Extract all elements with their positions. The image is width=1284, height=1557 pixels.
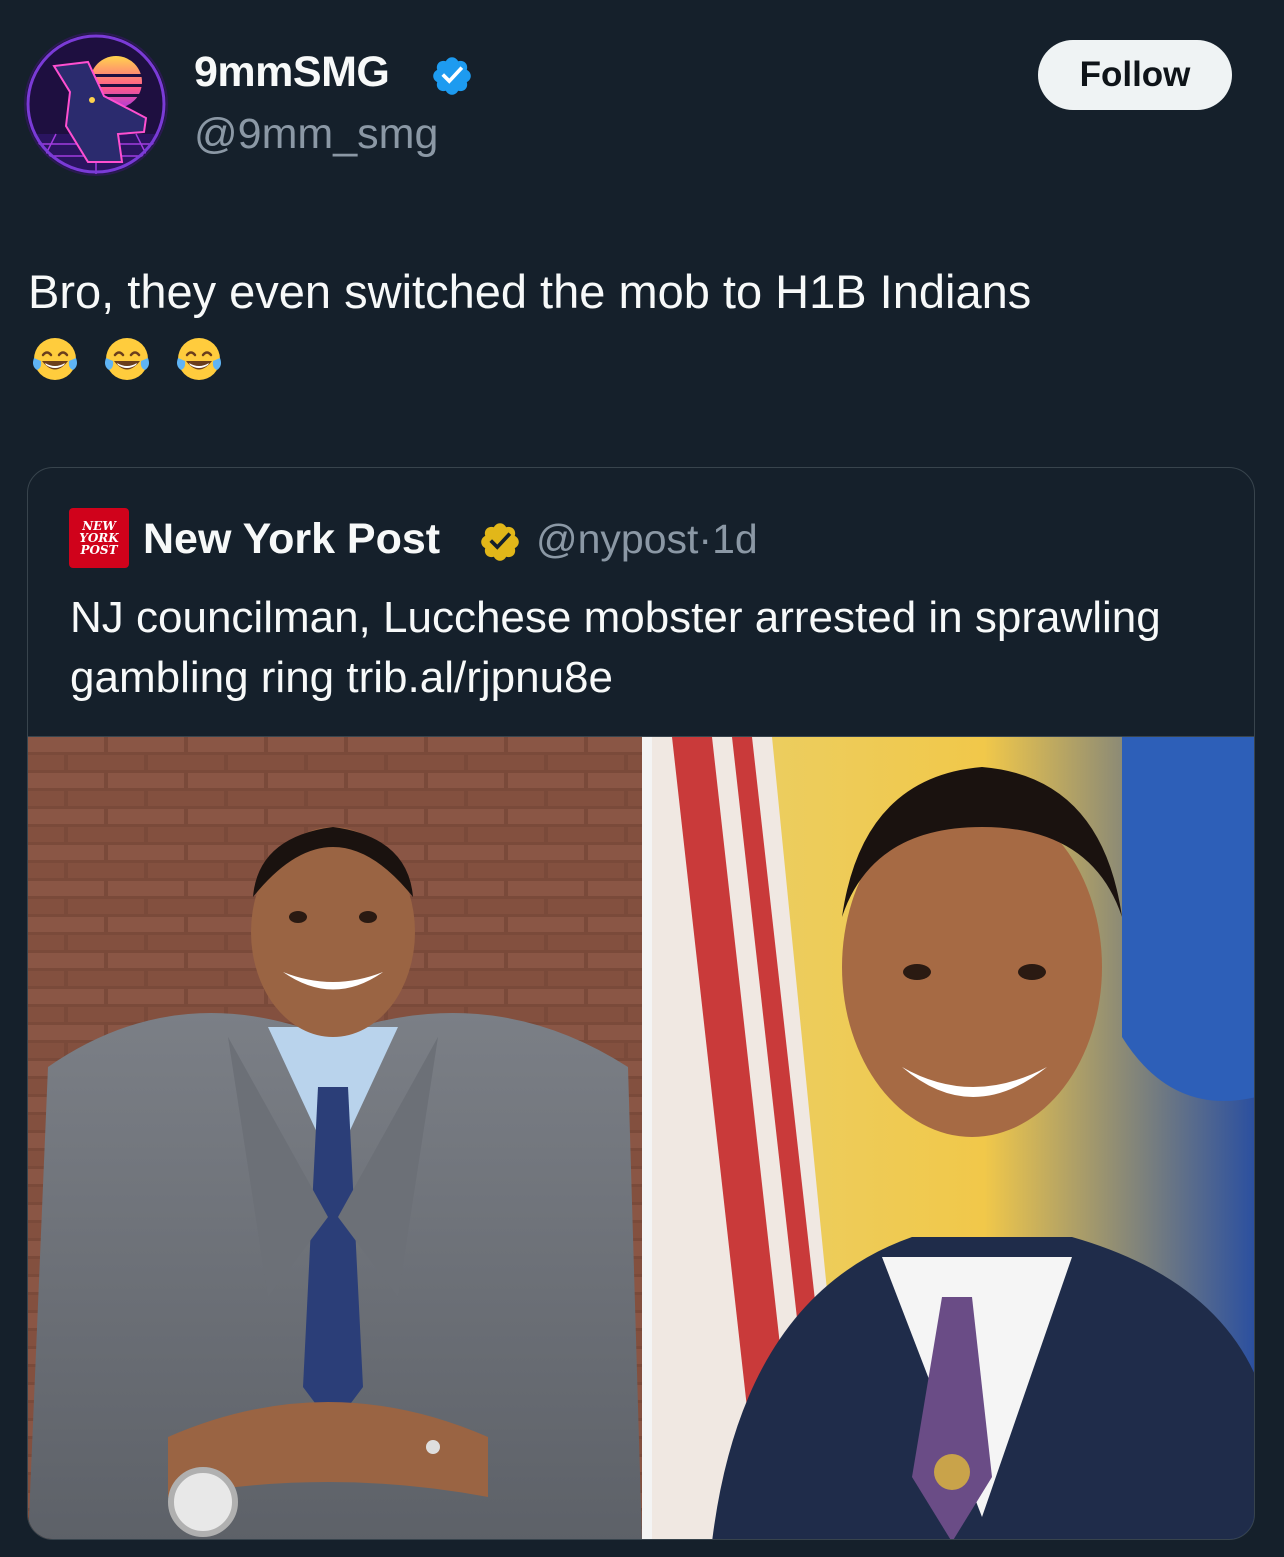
author-display-name[interactable]: 9mmSMG [194, 48, 390, 97]
photo-divider [642, 737, 652, 1539]
logo-line-post: POST [80, 543, 118, 557]
quoted-display-name[interactable]: New York Post [143, 515, 440, 564]
quoted-tweet-card[interactable]: NEW YORK POST New York Post @nypost·1d N… [27, 467, 1255, 1540]
tweet-text: Bro, they even switched the mob to H1B I… [28, 265, 1032, 318]
author-handle[interactable]: @9mm_smg [194, 110, 438, 159]
quoted-text: NJ councilman, Lucchese mobster arrested… [70, 593, 1161, 702]
portrait-left-image [28, 737, 642, 1539]
tears-of-joy-emoji-icon [177, 338, 221, 380]
emoji-row [30, 334, 224, 384]
photo-right[interactable] [652, 737, 1254, 1539]
tears-of-joy-emoji-icon [105, 338, 149, 380]
portrait-right-image [652, 737, 1254, 1539]
nypost-logo-icon: NEW YORK POST [69, 508, 129, 568]
quoted-age[interactable]: 1d [712, 516, 758, 562]
quoted-handle[interactable]: @nypost [536, 516, 698, 562]
avatar-image [26, 34, 166, 174]
photo-left[interactable] [28, 737, 642, 1539]
quoted-media[interactable] [28, 736, 1254, 1539]
avatar[interactable] [26, 34, 166, 174]
meta-separator: · [698, 516, 713, 562]
quoted-meta: @nypost·1d [536, 516, 758, 563]
verified-gold-badge-icon [481, 523, 519, 561]
verified-badge-icon [433, 57, 471, 95]
follow-button[interactable]: Follow [1038, 40, 1232, 110]
tears-of-joy-emoji-icon [33, 338, 77, 380]
